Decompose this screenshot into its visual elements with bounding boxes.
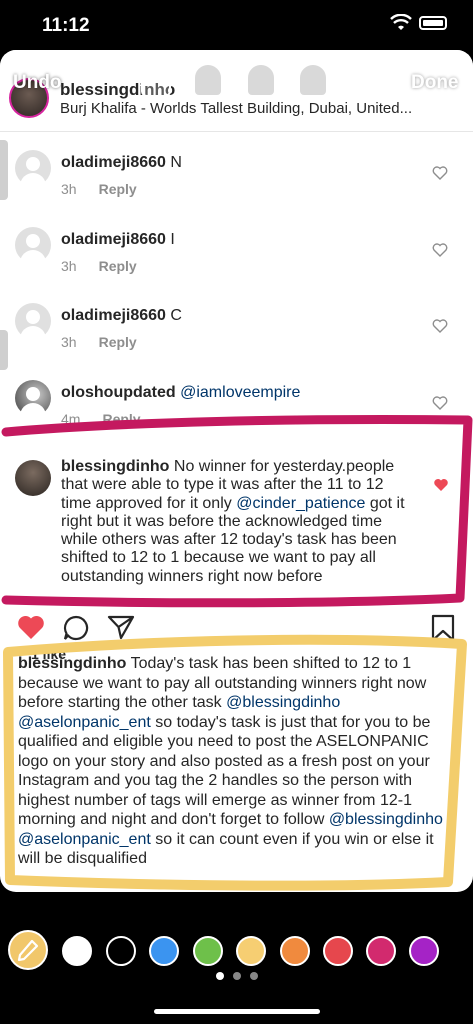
mention-link[interactable]: @aselonpanic_ent bbox=[18, 714, 151, 731]
comment-text: oloshoupdated @iamloveempire bbox=[61, 384, 300, 402]
avatar[interactable] bbox=[15, 380, 51, 417]
comment-text: oladimeji8660 C bbox=[61, 307, 182, 324]
post-caption: blessingdinho Today's task has been shif… bbox=[18, 655, 443, 867]
comment-meta: 3h Reply bbox=[61, 181, 137, 197]
mention-link[interactable]: @iamloveempire bbox=[180, 384, 300, 401]
done-button[interactable]: Done bbox=[411, 72, 459, 94]
bookmark-icon[interactable] bbox=[431, 614, 455, 642]
heart-outline-icon[interactable] bbox=[432, 166, 448, 180]
color-swatch[interactable] bbox=[193, 936, 223, 966]
color-swatch[interactable] bbox=[280, 936, 310, 966]
comment-username[interactable]: oloshoupdated bbox=[61, 384, 176, 401]
battery-icon bbox=[419, 16, 447, 30]
neon-pen-icon[interactable] bbox=[246, 63, 276, 97]
color-swatch[interactable] bbox=[409, 936, 439, 966]
heart-outline-icon[interactable] bbox=[432, 319, 448, 333]
post-actions bbox=[0, 598, 473, 658]
eyedropper-icon[interactable] bbox=[8, 930, 48, 970]
highlighter-icon[interactable] bbox=[193, 63, 223, 97]
share-icon[interactable] bbox=[107, 614, 135, 640]
home-indicator[interactable] bbox=[154, 1009, 320, 1014]
color-swatch[interactable] bbox=[149, 936, 179, 966]
avatar[interactable] bbox=[15, 227, 51, 264]
page-dot bbox=[216, 972, 224, 980]
reply-button[interactable]: Reply bbox=[99, 334, 137, 350]
mention-link[interactable]: @aselonpanic_ent bbox=[18, 831, 151, 848]
eraser-icon[interactable] bbox=[298, 63, 328, 97]
like-heart-icon[interactable] bbox=[16, 614, 46, 641]
scroll-edge bbox=[0, 140, 8, 200]
caption-username[interactable]: blessingdinho bbox=[18, 655, 126, 672]
comment-item: oladimeji8660 C 3h Reply bbox=[0, 303, 473, 379]
comment-meta: 3h Reply bbox=[61, 258, 137, 274]
comment-item: oladimeji8660 N 3h Reply bbox=[0, 150, 473, 226]
avatar[interactable] bbox=[15, 150, 51, 187]
color-swatch[interactable] bbox=[366, 936, 396, 966]
page-dot bbox=[233, 972, 241, 980]
color-swatch[interactable] bbox=[62, 936, 92, 966]
comment-icon[interactable] bbox=[62, 614, 90, 642]
reply-button[interactable]: Reply bbox=[102, 411, 140, 427]
comment-meta: 4m Reply bbox=[61, 411, 141, 427]
page-dot bbox=[250, 972, 258, 980]
color-swatch[interactable] bbox=[106, 936, 136, 966]
comment-time: 3h bbox=[61, 181, 77, 197]
heart-outline-icon[interactable] bbox=[432, 396, 448, 410]
comment-text: oladimeji8660 N bbox=[61, 154, 182, 171]
heart-filled-icon[interactable] bbox=[433, 478, 449, 492]
comment-time: 3h bbox=[61, 258, 77, 274]
comment-username[interactable]: oladimeji8660 bbox=[61, 307, 166, 324]
comment-time: 3h bbox=[61, 334, 77, 350]
post-header: blessingdinho Burj Khalifa - Worlds Tall… bbox=[0, 50, 473, 132]
comment-item: oladimeji8660 I 3h Reply bbox=[0, 227, 473, 303]
scroll-edge bbox=[0, 330, 8, 370]
avatar[interactable] bbox=[15, 303, 51, 340]
comment-meta: 3h Reply bbox=[61, 334, 137, 350]
comment-item: oloshoupdated @iamloveempire 4m Reply bbox=[0, 380, 473, 456]
color-swatch[interactable] bbox=[323, 936, 353, 966]
color-swatch[interactable] bbox=[236, 936, 266, 966]
avatar[interactable] bbox=[15, 460, 51, 496]
comment-time: 4m bbox=[61, 411, 81, 427]
mention-link[interactable]: @cinder_patience bbox=[236, 495, 365, 512]
status-bar: 11:12 bbox=[0, 0, 473, 50]
undo-button[interactable]: Undo bbox=[13, 72, 62, 94]
marker-pen-icon[interactable] bbox=[141, 63, 171, 97]
comment-username[interactable]: oladimeji8660 bbox=[61, 154, 166, 171]
mention-link[interactable]: @blessingdinho bbox=[226, 694, 340, 711]
comment-username[interactable]: blessingdinho bbox=[61, 458, 169, 475]
comment-text: oladimeji8660 I bbox=[61, 231, 175, 248]
wifi-icon bbox=[390, 14, 412, 30]
comment-text: blessingdinho No winner for yesterday.pe… bbox=[61, 458, 405, 585]
mention-link[interactable]: @blessingdinho bbox=[329, 811, 443, 828]
story-screenshot-card: blessingdinho Burj Khalifa - Worlds Tall… bbox=[0, 50, 473, 892]
header-location[interactable]: Burj Khalifa - Worlds Tallest Building, … bbox=[60, 100, 412, 117]
reply-button[interactable]: Reply bbox=[99, 181, 137, 197]
comment-username[interactable]: oladimeji8660 bbox=[61, 231, 166, 248]
reply-button[interactable]: Reply bbox=[99, 258, 137, 274]
status-time: 11:12 bbox=[42, 15, 90, 36]
heart-outline-icon[interactable] bbox=[432, 243, 448, 257]
